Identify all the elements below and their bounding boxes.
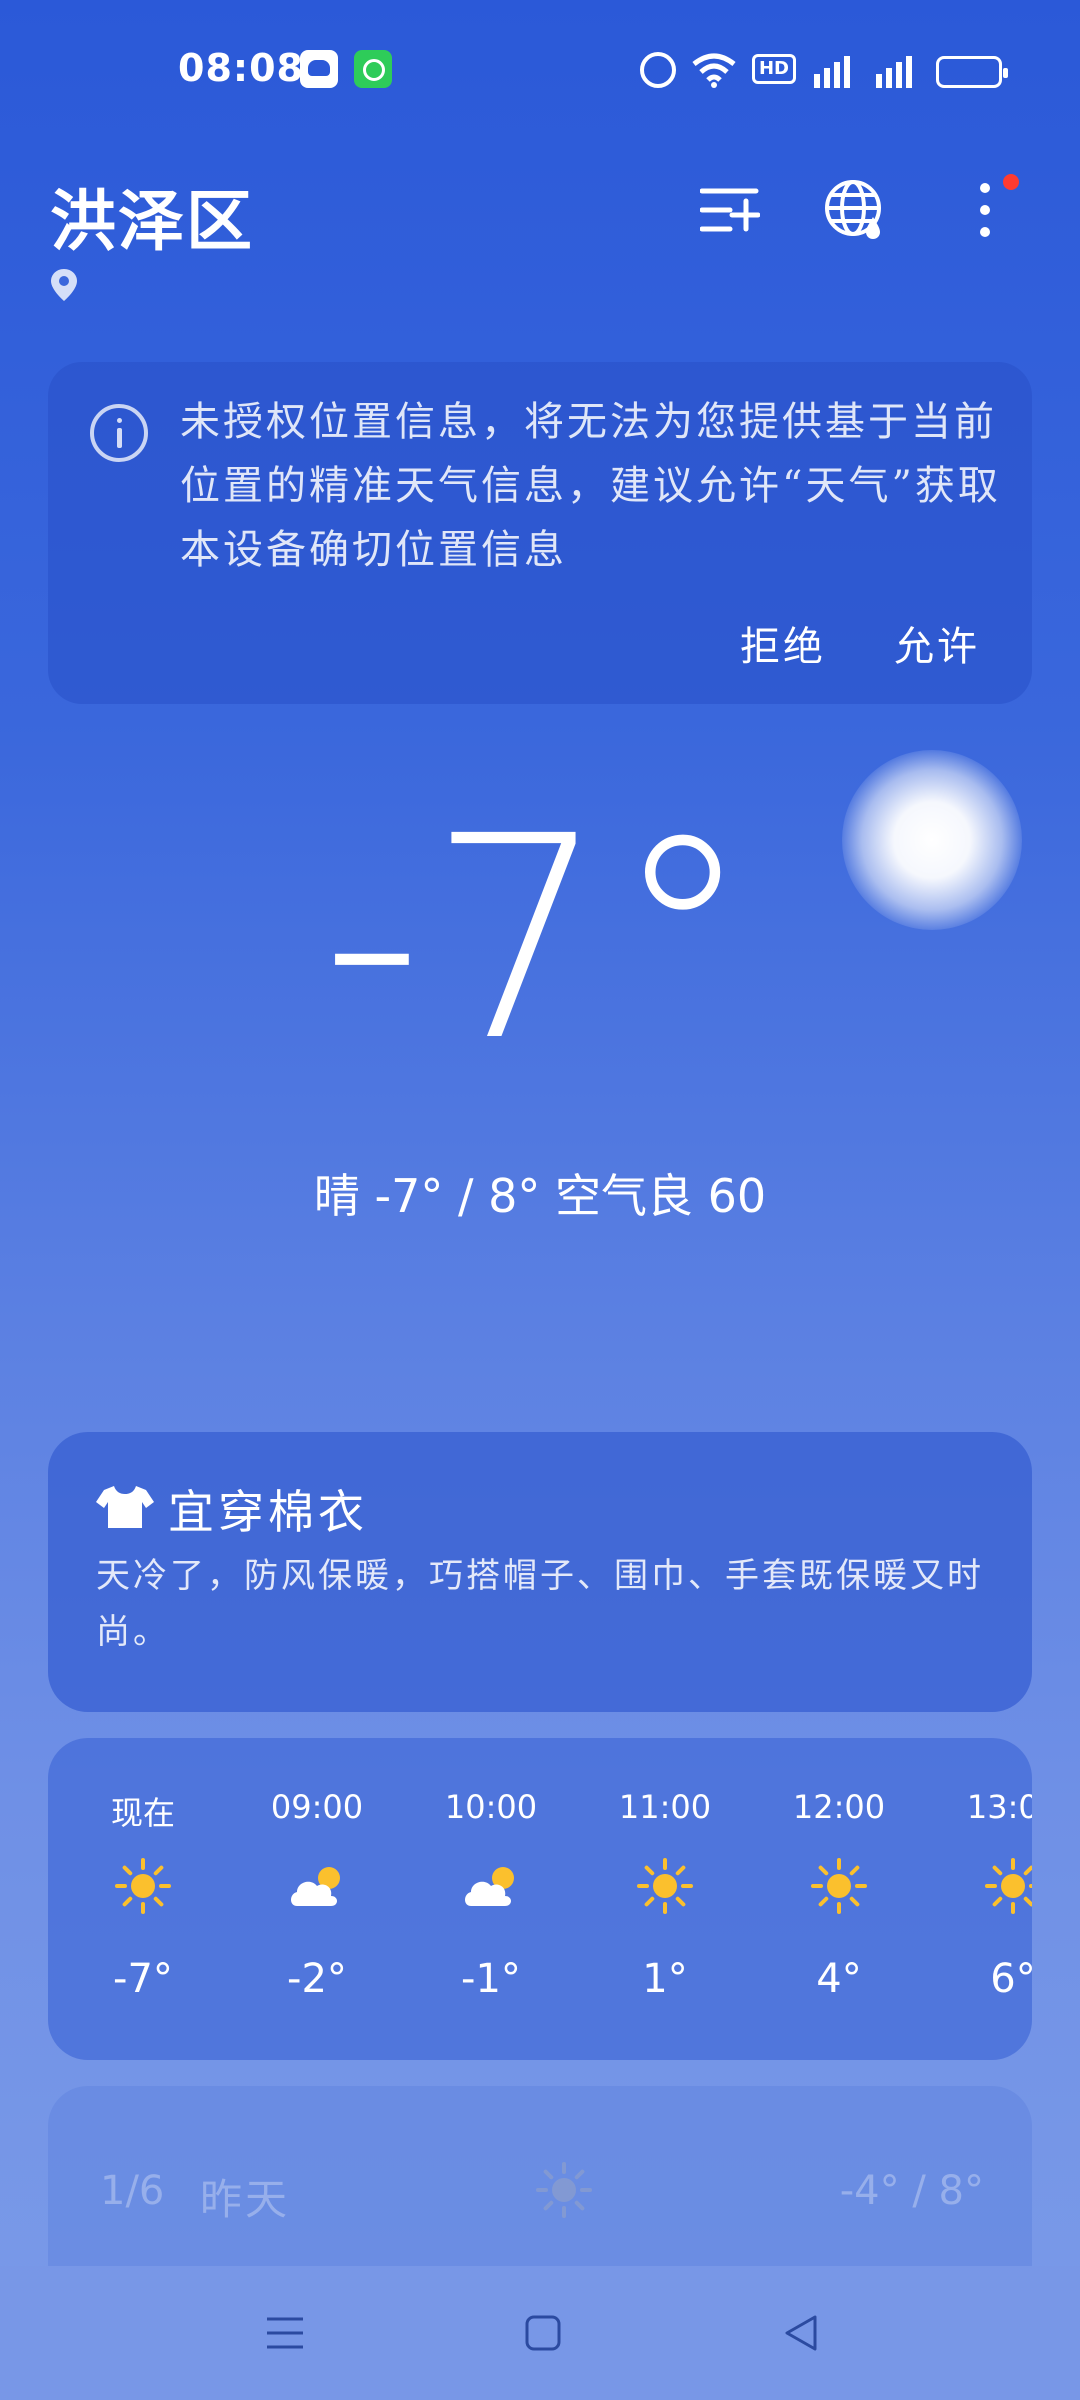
- back-icon: [785, 2315, 817, 2351]
- status-icons: HD: [639, 50, 1008, 88]
- location-title[interactable]: 洪泽区: [50, 168, 254, 264]
- location-pin-icon: [51, 269, 77, 301]
- navigation-bar: [0, 2266, 1080, 2400]
- sunny-icon: [985, 1858, 1032, 1914]
- hourly-temp: -1°: [461, 1956, 521, 2002]
- nav-home-button[interactable]: [508, 2298, 578, 2368]
- sunny-icon: [811, 1858, 867, 1914]
- menu-icon: [267, 2317, 303, 2349]
- clothing-card[interactable]: 宜穿棉衣 天冷了，防风保暖，巧搭帽子、围巾、手套既保暖又时尚。: [48, 1432, 1032, 1712]
- hourly-forecast[interactable]: 现在 -7° 09:00 -2° 10:00 -1° 11:00 1° 12:00 4° 13:00…: [48, 1738, 1032, 2060]
- nav-menu-button[interactable]: [250, 2298, 320, 2368]
- hourly-time: 10:00: [444, 1788, 538, 1826]
- clothing-title: 宜穿棉衣: [168, 1485, 368, 1539]
- signal-4g-icon-2: [874, 50, 920, 88]
- battery-icon: [936, 50, 1008, 88]
- notification-dot: [1003, 174, 1019, 190]
- sunny-icon: [637, 1858, 693, 1914]
- partly-cloudy-icon: [291, 1867, 340, 1906]
- day-date: 1/6: [100, 2168, 165, 2214]
- nav-back-button[interactable]: [766, 2298, 836, 2368]
- add-city-button[interactable]: [690, 170, 770, 250]
- daily-forecast[interactable]: 1/6 昨天 -4° / 8°: [48, 2086, 1032, 2286]
- partly-cloudy-icon: [465, 1867, 514, 1906]
- hourly-temp: 6°: [990, 1956, 1032, 2002]
- hd-voice-icon: HD: [751, 54, 796, 84]
- hourly-temp: 1°: [642, 1956, 688, 2002]
- hourly-item: 13:00 6°: [938, 1738, 1032, 2060]
- hourly-time: 13:00: [966, 1788, 1032, 1826]
- deny-button[interactable]: 拒绝: [740, 614, 826, 672]
- app-notify-icon: [300, 50, 338, 88]
- current-temperature: -7°: [321, 777, 759, 1103]
- hourly-time: 09:00: [270, 1788, 364, 1826]
- clothing-description: 天冷了，防风保暖，巧搭帽子、围巾、手套既保暖又时尚。: [96, 1556, 984, 1652]
- hourly-time: 现在: [110, 1794, 175, 1832]
- status-time: 08:08: [178, 46, 304, 90]
- hourly-item: 09:00 -2°: [242, 1738, 392, 2060]
- globe-icon: [825, 180, 881, 239]
- permission-message: 未授权位置信息，将无法为您提供基于当前位置的精准天气信息，建议允许“天气”获取本…: [180, 399, 1001, 573]
- status-bar: 08:08 HD: [0, 0, 1080, 140]
- more-menu-icon: [980, 183, 990, 237]
- hourly-time: 11:00: [618, 1788, 712, 1826]
- hourly-item: 10:00 -1°: [416, 1738, 566, 2060]
- hourly-temp: -2°: [287, 1956, 347, 2002]
- hourly-item: 12:00 4°: [764, 1738, 914, 2060]
- signal-4g-icon: [812, 50, 858, 88]
- hourly-item: 11:00 1°: [590, 1738, 740, 2060]
- globe-button[interactable]: [815, 170, 895, 250]
- shirt-icon: [96, 1486, 154, 1528]
- hourly-temp: 4°: [816, 1956, 862, 2002]
- sunny-icon: [115, 1858, 171, 1914]
- wifi-icon: [692, 50, 736, 88]
- home-icon: [525, 2315, 561, 2351]
- more-menu-button[interactable]: [945, 170, 1025, 250]
- hourly-item: 现在 -7°: [68, 1738, 218, 2060]
- day-name: 昨天: [200, 2175, 291, 2224]
- app-upload-icon: [354, 50, 392, 88]
- hourly-time: 12:00: [792, 1788, 886, 1826]
- add-city-icon: [700, 188, 760, 232]
- day-temp-range: -4° / 8°: [839, 2168, 984, 2214]
- location-permission-card: 未授权位置信息，将无法为您提供基于当前位置的精准天气信息，建议允许“天气”获取本…: [48, 362, 1032, 704]
- weather-summary: 晴 -7° / 8° 空气良 60: [313, 1169, 767, 1223]
- info-icon: [90, 404, 148, 462]
- sunny-icon: [536, 2162, 592, 2218]
- allow-button[interactable]: 允许: [894, 614, 980, 672]
- alarm-icon: [639, 50, 676, 88]
- hourly-temp: -7°: [113, 1956, 173, 2002]
